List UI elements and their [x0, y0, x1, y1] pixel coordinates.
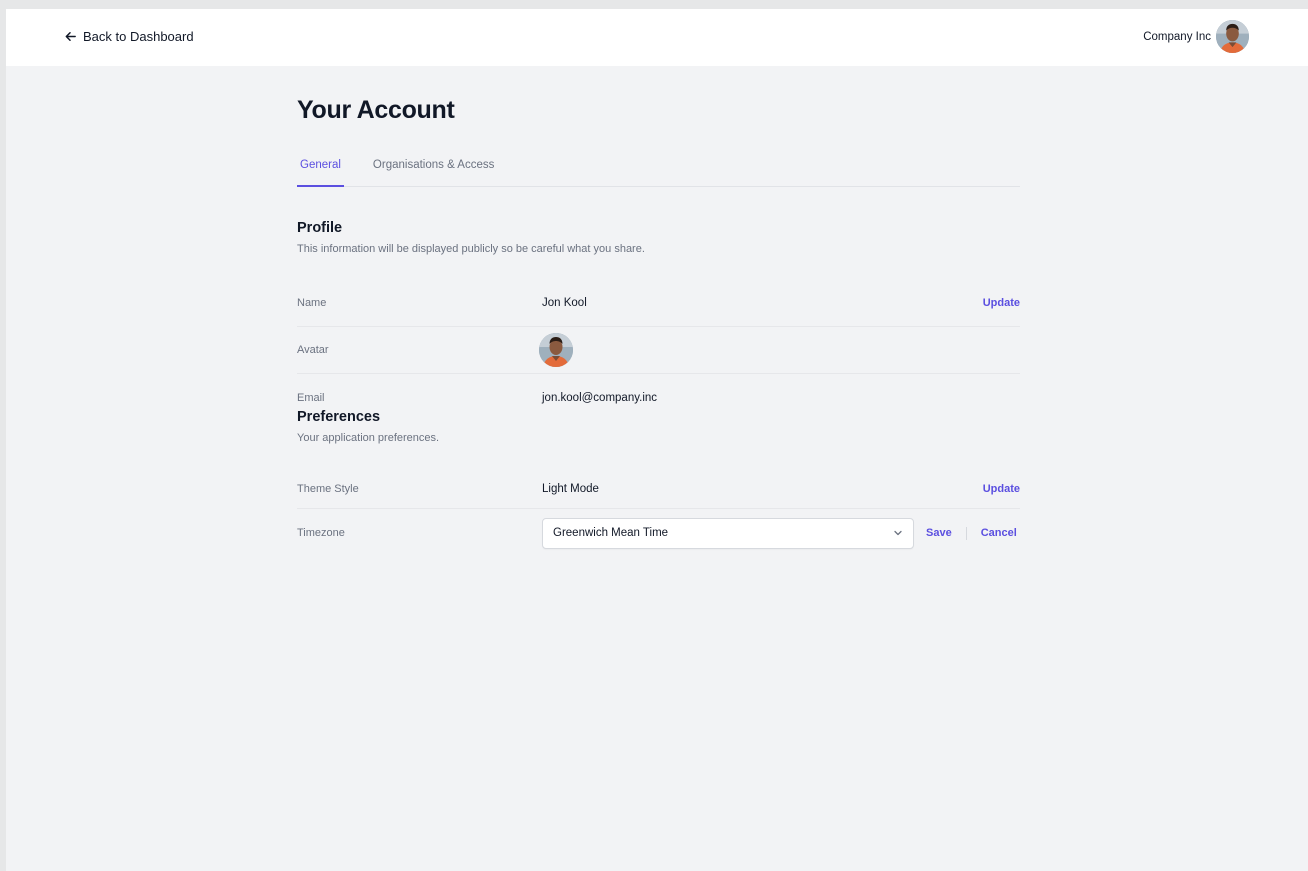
- user-avatar-icon: [539, 333, 573, 367]
- timezone-selected-value: Greenwich Mean Time: [553, 527, 669, 539]
- profile-description: This information will be displayed publi…: [297, 243, 645, 255]
- avatar-label: Avatar: [297, 344, 329, 356]
- tab-bar: General Organisations & Access: [297, 153, 1020, 187]
- tab-general[interactable]: General: [297, 153, 344, 187]
- back-to-dashboard-label: Back to Dashboard: [83, 29, 194, 44]
- arrow-left-icon: [65, 32, 76, 41]
- profile-title: Profile: [297, 220, 343, 236]
- back-to-dashboard-link[interactable]: Back to Dashboard: [64, 29, 194, 44]
- email-row: Email jon.kool@company.inc: [297, 374, 1020, 422]
- email-value: jon.kool@company.inc: [542, 392, 658, 404]
- profile-section: Profile This information will be display…: [297, 220, 1020, 422]
- timezone-label: Timezone: [297, 527, 345, 539]
- timezone-select[interactable]: Greenwich Mean Time: [542, 517, 914, 549]
- account-menu[interactable]: Company Inc: [1143, 20, 1249, 53]
- name-value: Jon Kool: [542, 296, 587, 309]
- user-avatar-icon[interactable]: [1216, 20, 1249, 53]
- preferences-section: Preferences Your application preferences…: [297, 409, 1020, 557]
- app-frame: Back to Dashboard Company Inc Your Accou…: [6, 9, 1308, 871]
- name-label: Name: [297, 296, 327, 309]
- chevron-down-icon: [894, 530, 902, 536]
- top-bar: Back to Dashboard Company Inc: [6, 9, 1308, 66]
- theme-value: Light Mode: [542, 482, 599, 495]
- update-theme-button[interactable]: Update: [983, 483, 1020, 495]
- avatar-value: [539, 333, 1020, 367]
- page-title: Your Account: [297, 96, 455, 124]
- cancel-button[interactable]: Cancel: [981, 527, 1017, 539]
- main-content: Your Account General Organisations & Acc…: [297, 96, 1020, 557]
- save-button[interactable]: Save: [926, 527, 952, 539]
- theme-label: Theme Style: [297, 482, 359, 495]
- name-row: Name Jon Kool Update: [297, 279, 1020, 327]
- preferences-description: Your application preferences.: [297, 432, 440, 444]
- tab-organisations-access[interactable]: Organisations & Access: [370, 153, 497, 187]
- organization-name: Company Inc: [1143, 30, 1211, 43]
- timezone-row: Timezone Greenwich Mean Time Save Cancel: [297, 509, 1020, 557]
- update-name-button[interactable]: Update: [983, 297, 1020, 309]
- theme-row: Theme Style Light Mode Update: [297, 469, 1020, 509]
- avatar-row: Avatar: [297, 327, 1020, 374]
- email-label: Email: [297, 392, 325, 404]
- timezone-actions: Save Cancel: [926, 526, 1017, 540]
- action-divider: [965, 526, 967, 540]
